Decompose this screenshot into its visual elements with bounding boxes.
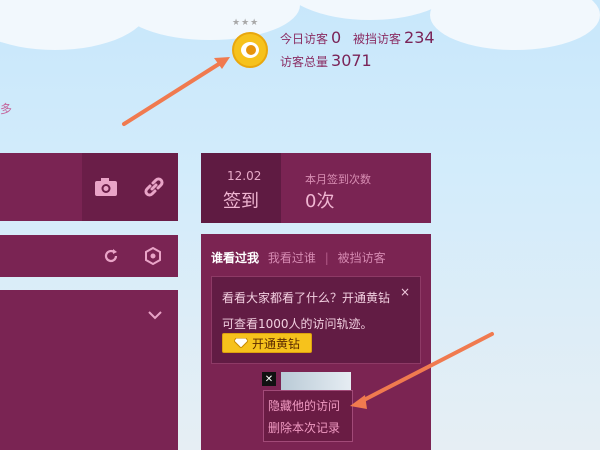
annotation-arrows xyxy=(122,57,494,409)
arrow-to-eye-icon xyxy=(122,57,230,126)
arrow-to-hide-visit xyxy=(350,332,494,409)
